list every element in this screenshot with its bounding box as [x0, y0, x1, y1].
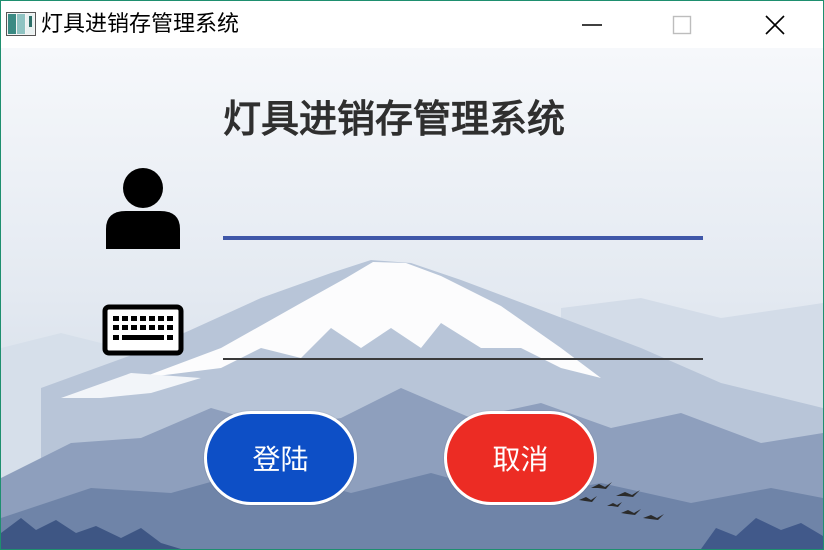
maximize-button[interactable] — [659, 1, 705, 48]
login-button[interactable]: 登陆 — [204, 411, 357, 505]
user-icon — [106, 168, 180, 249]
maximize-icon — [672, 15, 692, 34]
app-window: 灯具进销存管理系统 灯具进销存管理系统 登陆 取消 — [0, 0, 824, 550]
app-icon — [6, 12, 36, 36]
username-input[interactable] — [223, 200, 703, 240]
title-bar[interactable]: 灯具进销存管理系统 — [1, 1, 823, 48]
password-input[interactable] — [223, 320, 703, 360]
close-button[interactable] — [752, 1, 798, 48]
page-title: 灯具进销存管理系统 — [223, 97, 566, 141]
minimize-icon — [582, 23, 602, 26]
minimize-button[interactable] — [569, 1, 615, 48]
login-panel: 灯具进销存管理系统 登陆 取消 — [1, 48, 823, 549]
close-icon — [765, 14, 785, 35]
keyboard-icon — [102, 304, 184, 356]
window-title: 灯具进销存管理系统 — [41, 12, 240, 37]
cancel-button[interactable]: 取消 — [444, 411, 597, 505]
